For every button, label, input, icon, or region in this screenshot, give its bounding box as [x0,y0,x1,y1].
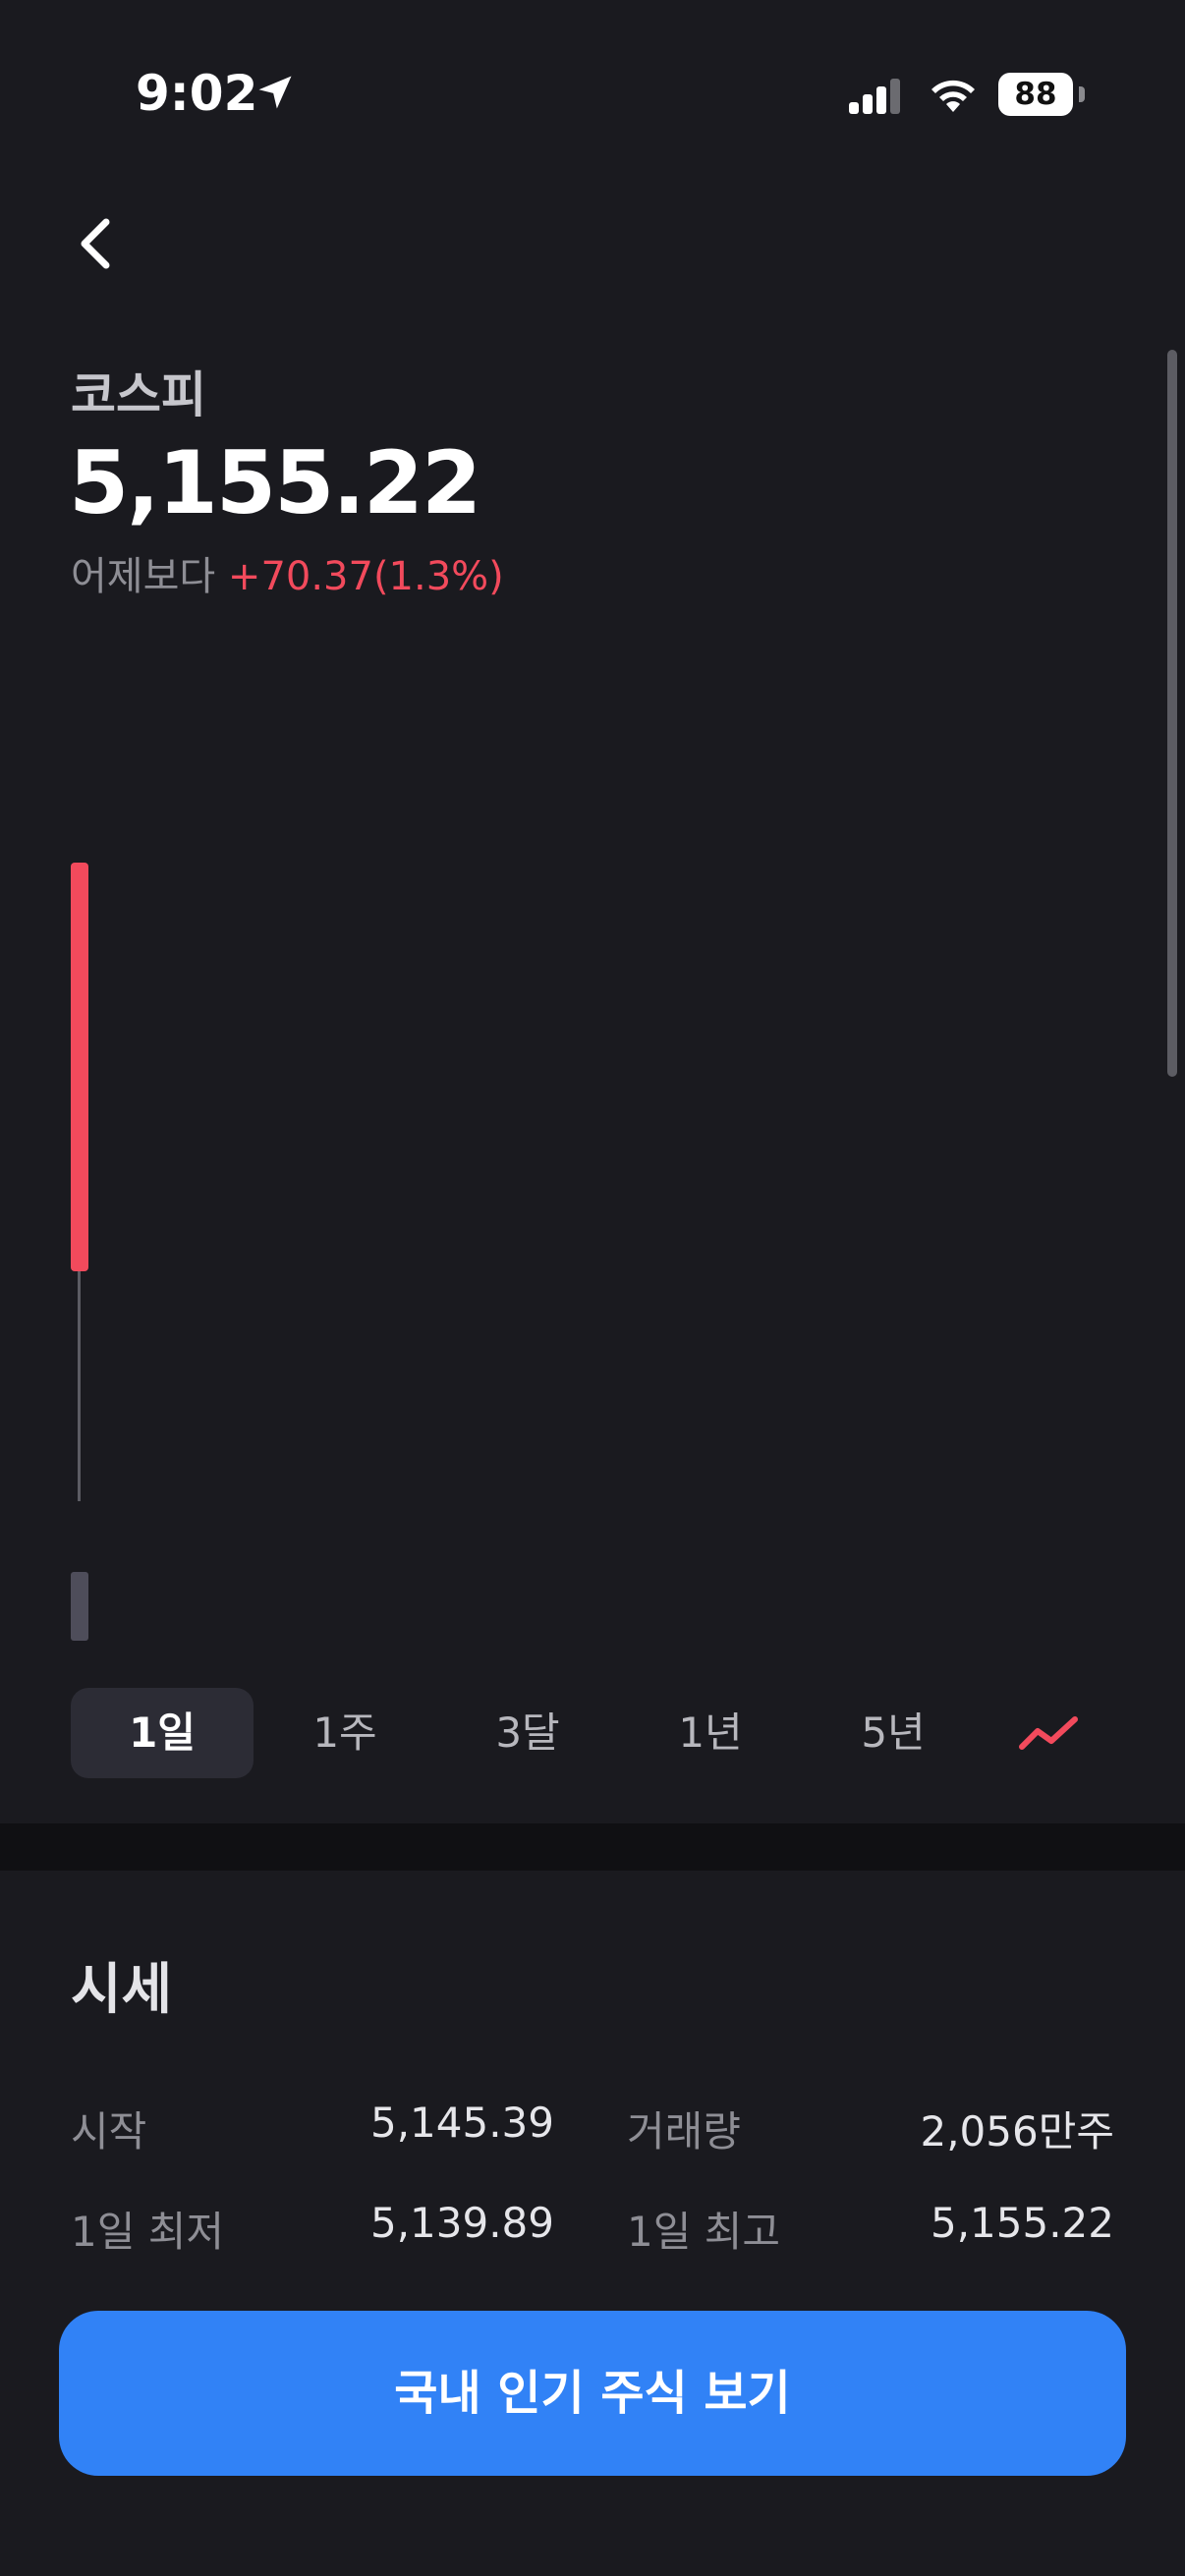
change-label: 어제보다 [71,554,216,599]
stat-value-day-low: 5,139.89 [369,2199,554,2247]
location-arrow-icon [258,76,292,109]
candle-body [71,863,88,1271]
back-button[interactable] [61,206,136,281]
stat-label-day-high: 1일 최고 [627,2208,780,2256]
index-name: 코스피 [71,366,206,423]
battery-level: 88 [998,73,1073,116]
stat-label-day-low: 1일 최저 [71,2208,224,2256]
price-chart[interactable] [0,629,1185,1651]
popular-domestic-stocks-button[interactable]: 국내 인기 주식 보기 [59,2311,1126,2476]
stat-value-day-high: 5,155.22 [930,2199,1114,2247]
stat-value-open: 5,145.39 [369,2099,554,2147]
section-divider [0,1823,1185,1871]
candle-wick [78,1271,81,1501]
tab-5-years[interactable]: 5년 [802,1688,985,1778]
status-time: 9:02 [136,65,258,122]
stat-label-volume: 거래량 [627,2107,741,2156]
section-title-quote: 시세 [71,1958,173,2022]
wifi-icon [931,80,975,112]
line-chart-icon[interactable] [1016,1709,1081,1757]
volume-bar [71,1572,88,1641]
tab-1-day[interactable]: 1일 [71,1688,254,1778]
stock-index-detail-screen: 9:02 88 코스피 5,155.22 어제보다 +70.37(1.3%) 1… [0,0,1185,2576]
battery-cap [1079,86,1085,102]
change-value: +70.37(1.3%) [227,554,504,599]
stat-label-open: 시작 [71,2107,147,2156]
index-price: 5,155.22 [69,432,481,533]
tab-1-year[interactable]: 1년 [619,1688,802,1778]
cellular-signal-icon [849,79,900,114]
price-change-row: 어제보다 +70.37(1.3%) [71,544,504,601]
tab-3-months[interactable]: 3달 [436,1688,619,1778]
period-tabs: 1일 1주 3달 1년 5년 [71,1688,1114,1778]
battery-icon: 88 [998,73,1077,116]
stat-value-volume: 2,056만주 [920,2107,1114,2156]
tab-1-week[interactable]: 1주 [254,1688,436,1778]
